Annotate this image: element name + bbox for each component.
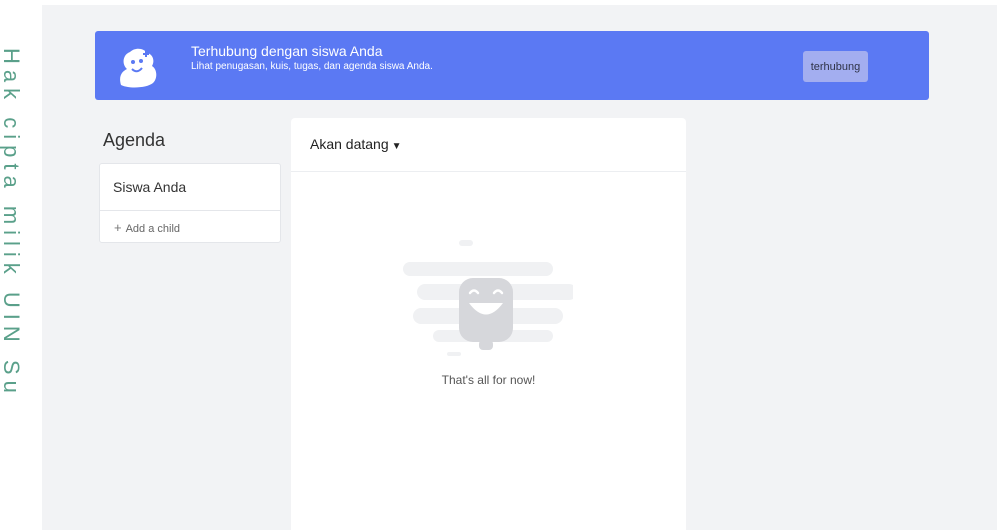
watermark-text: Hak cipta milik UIN Su	[0, 48, 24, 399]
child-list-panel: Siswa Anda + Add a child	[99, 163, 281, 243]
filter-dropdown[interactable]: Akan datang ▼	[310, 136, 402, 152]
top-strip	[42, 0, 997, 5]
banner-subtitle: Lihat penugasan, kuis, tugas, dan agenda…	[191, 61, 433, 72]
agenda-title: Agenda	[103, 130, 166, 150]
add-child-label: Add a child	[125, 223, 181, 235]
add-child-button[interactable]: + Add a child	[114, 220, 180, 235]
plus-icon: +	[114, 220, 122, 235]
filter-bar: Akan datang ▼	[291, 118, 686, 172]
connect-banner: Terhubung dengan siswa Anda Lihat penuga…	[95, 31, 929, 100]
side-watermark: Hak cipta milik UIN Su	[0, 48, 26, 530]
banner-title: Terhubung dengan siswa Anda	[191, 43, 383, 59]
empty-state-message: That's all for now!	[441, 373, 536, 387]
smiling-face-illustration	[403, 240, 573, 356]
child-item[interactable]: Siswa Anda	[100, 164, 280, 211]
filter-label: Akan datang	[310, 136, 389, 152]
student-add-icon	[120, 48, 157, 88]
caret-down-icon: ▼	[391, 141, 402, 152]
connect-button[interactable]: terhubung	[803, 51, 868, 82]
agenda-card: Akan datang ▼ That's all for now!	[291, 118, 686, 530]
